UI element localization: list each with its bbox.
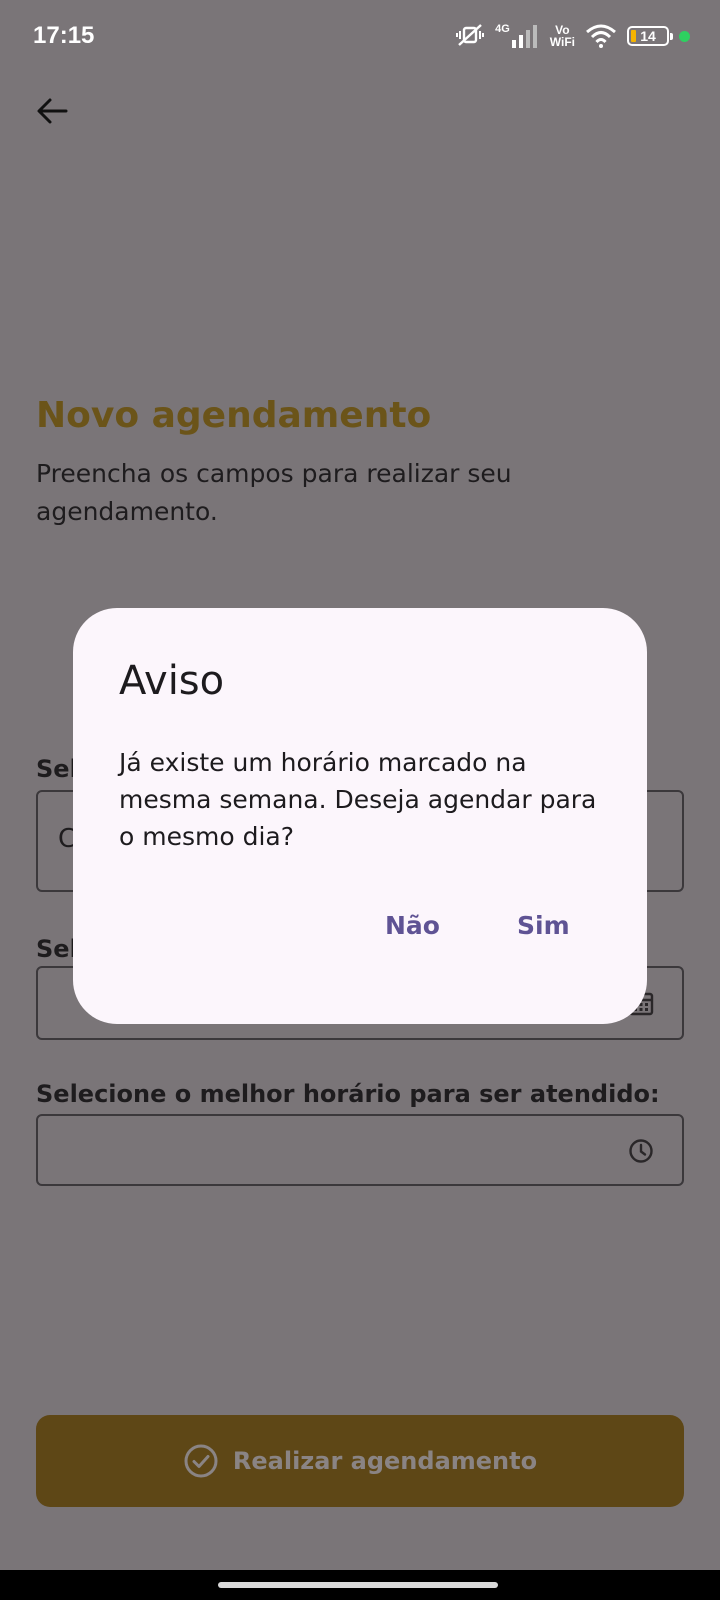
status-bar: 17:15 4G Vo WiFi 14	[0, 0, 720, 76]
battery-level: 14	[640, 28, 656, 44]
vowifi-line2: WiFi	[549, 35, 575, 49]
no-button[interactable]: Não	[373, 898, 452, 952]
page-title: Novo agendamento	[36, 395, 432, 436]
wifi-icon	[585, 24, 617, 48]
submit-appointment-button[interactable]: Realizar agendamento	[36, 1415, 684, 1507]
privacy-indicator-dot	[679, 30, 690, 42]
field-label-2: Sel	[36, 935, 78, 963]
vowifi-icon: Vo WiFi	[550, 24, 575, 48]
warning-dialog: Aviso Já existe um horário marcado na me…	[73, 608, 647, 1024]
yes-button[interactable]: Sim	[505, 898, 582, 952]
clock-icon	[629, 1139, 653, 1163]
field-label-3: Selecione o melhor horário para ser aten…	[36, 1080, 660, 1108]
time-field[interactable]	[36, 1114, 684, 1186]
navigation-bar	[0, 1570, 720, 1600]
status-icons: 4G Vo WiFi 14	[455, 22, 690, 50]
dialog-title: Aviso	[119, 658, 225, 704]
check-circle-icon	[184, 1444, 218, 1478]
signal-icon: 4G	[495, 24, 540, 48]
page-subtitle: Preencha os campos para realizar seu age…	[36, 459, 512, 526]
dialog-message: Já existe um horário marcado na mesma se…	[119, 748, 597, 851]
status-time: 17:15	[33, 22, 95, 49]
submit-label: Realizar agendamento	[232, 1447, 538, 1475]
arrow-back-icon	[37, 98, 68, 124]
network-type: 4G	[495, 23, 510, 35]
back-button[interactable]	[34, 93, 70, 129]
vibrate-mute-icon	[455, 23, 485, 49]
field-label-1: Sel	[36, 755, 78, 783]
home-gesture-handle[interactable]	[218, 1582, 498, 1588]
battery-icon: 14	[627, 26, 673, 46]
